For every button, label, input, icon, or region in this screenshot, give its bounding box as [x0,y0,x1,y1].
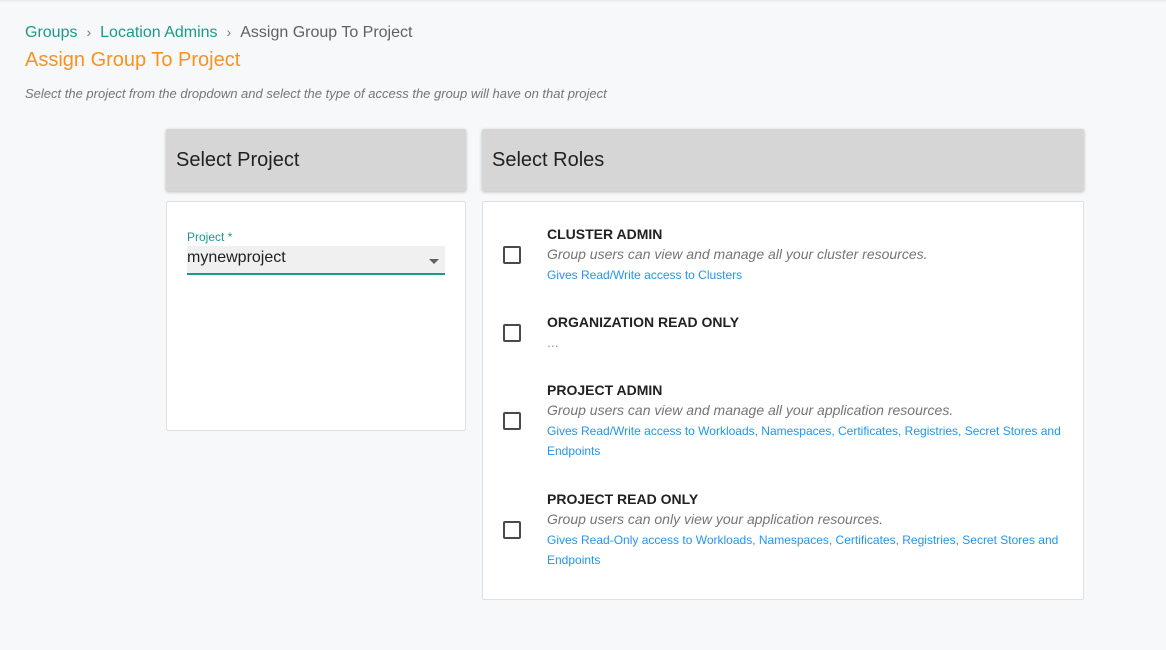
breadcrumb-separator-icon: › [226,24,232,40]
breadcrumb-link-location-admins[interactable]: Location Admins [100,24,217,41]
project-field-label: Project * [187,230,233,244]
select-project-panel: Project * mynewproject [166,201,466,431]
role-name: PROJECT READ ONLY [547,491,699,507]
role-checkbox-organization-read-only[interactable] [503,324,521,342]
role-checkbox-project-admin[interactable] [503,412,521,430]
top-divider [0,0,1166,3]
role-checkbox-project-read-only[interactable] [503,521,521,539]
role-checkbox-cluster-admin[interactable] [503,246,521,264]
dropdown-arrow-icon [429,259,439,264]
role-description: Group users can view and manage all your… [547,246,928,262]
select-roles-header: Select Roles [482,129,1084,191]
role-access: Gives Read-Only access to Workloads, Nam… [547,533,1059,567]
breadcrumb-current: Assign Group To Project [240,24,413,41]
project-select[interactable]: mynewproject [187,246,445,275]
breadcrumb: Groups › Location Admins › Assign Group To P… [25,22,412,43]
role-name: PROJECT ADMIN [547,382,663,398]
role-description: Group users can only view your applicati… [547,511,884,527]
role-name: ORGANIZATION READ ONLY [547,314,740,330]
project-select-value: mynewproject [187,249,286,266]
role-description: ... [547,334,559,350]
role-access: Gives Read/Write access to Workloads, Na… [547,424,1061,458]
select-project-header: Select Project [166,129,466,191]
role-access: Gives Read/Write access to Clusters [547,268,743,282]
page-subtitle: Select the project from the dropdown and… [25,86,607,101]
breadcrumb-link-groups[interactable]: Groups [25,24,77,41]
page-title: Assign Group To Project [25,49,241,71]
role-name: CLUSTER ADMIN [547,226,663,242]
breadcrumb-separator-icon: › [86,24,92,40]
select-roles-panel: CLUSTER ADMIN Group users can view and m… [482,201,1084,600]
role-description: Group users can view and manage all your… [547,402,954,418]
